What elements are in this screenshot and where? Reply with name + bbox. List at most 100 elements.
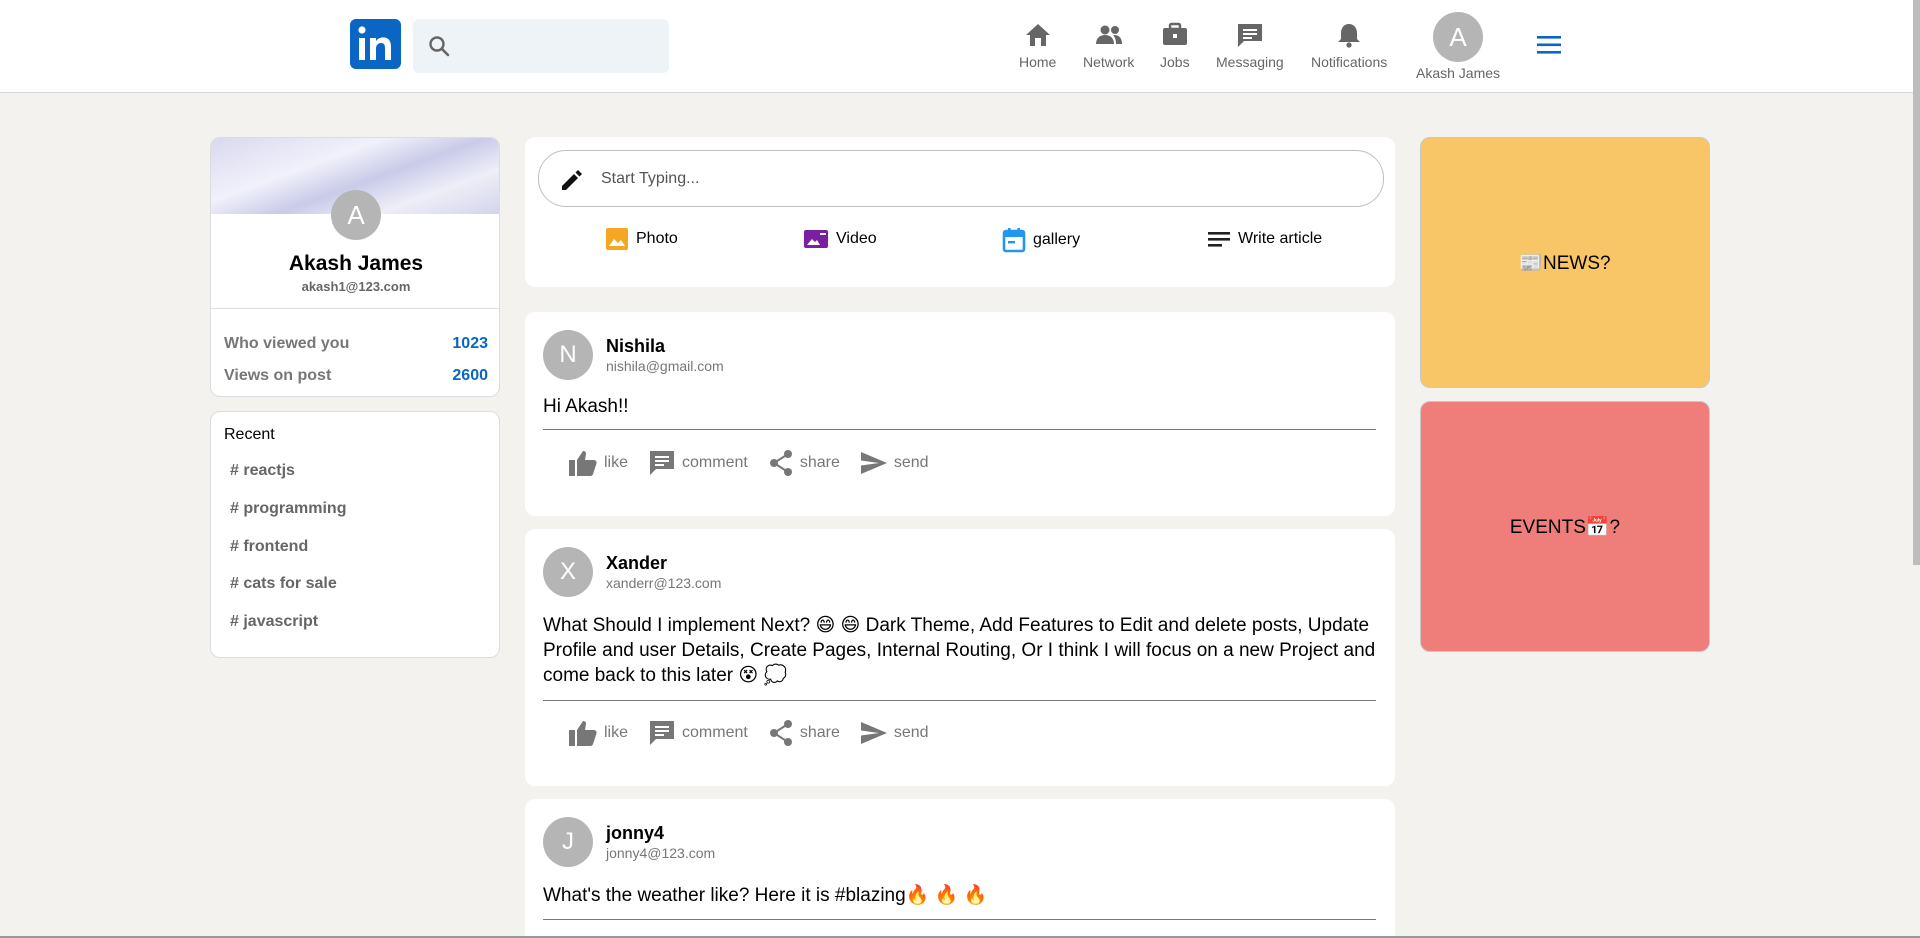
stat-label: Views on post — [224, 367, 332, 384]
nav-network-label: Network — [1083, 54, 1135, 70]
profile-card: A Akash James akash1@123.com Who viewed … — [210, 137, 500, 397]
post-actions: like comment share send — [568, 719, 949, 747]
send-label: send — [893, 454, 929, 471]
nav-home[interactable]: Home — [1019, 22, 1056, 70]
post-card: X Xander xanderr@123.com What Should I i… — [525, 529, 1395, 786]
home-icon — [1024, 22, 1052, 51]
nav-jobs[interactable]: Jobs — [1160, 22, 1190, 70]
events-widget[interactable]: EVENTS📅? — [1420, 401, 1710, 652]
search-box[interactable] — [413, 19, 669, 73]
nav-me[interactable]: A Akash James — [1416, 12, 1500, 81]
nav-notifications-label: Notifications — [1311, 54, 1388, 70]
profile-name: Akash James — [288, 252, 424, 275]
stat-who-viewed[interactable]: Who viewed you 1023 — [224, 335, 488, 353]
like-button[interactable]: like — [568, 719, 628, 747]
recent-tag[interactable]: # cats for sale — [230, 575, 337, 593]
post-author[interactable]: Nishila — [606, 336, 665, 357]
recent-tag[interactable]: # frontend — [230, 538, 308, 556]
post-author[interactable]: jonny4 — [606, 823, 664, 844]
hamburger-icon[interactable] — [1536, 33, 1562, 62]
recent-tag[interactable]: # javascript — [230, 613, 318, 631]
network-icon — [1095, 22, 1123, 51]
post-card: N Nishila nishila@gmail.com Hi Akash!! l… — [525, 312, 1395, 516]
compose-box[interactable] — [538, 150, 1384, 207]
compose-input[interactable] — [601, 151, 1361, 206]
nav-me-label: Akash James — [1416, 65, 1501, 81]
post-avatar[interactable]: X — [543, 547, 593, 597]
post-text: What Should I implement Next? 😄 😄 Dark T… — [543, 615, 1376, 686]
divider — [543, 700, 1376, 701]
comment-icon — [650, 721, 675, 745]
stat-label: Who viewed you — [224, 335, 350, 352]
send-icon — [860, 452, 887, 474]
divider — [543, 919, 1376, 920]
pencil-icon — [559, 167, 585, 198]
share-icon — [769, 720, 792, 746]
like-label: like — [604, 454, 629, 471]
stat-views-on-post[interactable]: Views on post 2600 — [224, 367, 488, 385]
briefcase-icon — [1161, 22, 1189, 51]
post-author[interactable]: Xander — [606, 553, 667, 574]
post-email: xanderr@123.com — [606, 575, 722, 591]
write-article-label: Write article — [1238, 230, 1323, 247]
share-button[interactable]: share — [768, 719, 840, 747]
news-label: 📰NEWS? — [1519, 252, 1611, 274]
gallery-button[interactable]: gallery — [1002, 227, 1080, 253]
post-text: What's the weather like? Here it is #bla… — [543, 885, 988, 906]
post-email: jonny4@123.com — [606, 845, 716, 861]
news-widget[interactable]: 📰NEWS? — [1420, 137, 1710, 388]
share-icon — [769, 450, 792, 476]
recent-tag[interactable]: # programming — [230, 500, 346, 518]
photo-button[interactable]: Photo — [605, 227, 678, 251]
send-label: send — [893, 724, 929, 741]
linkedin-logo-icon[interactable] — [350, 19, 401, 69]
nav-jobs-label: Jobs — [1160, 54, 1190, 70]
video-label: Video — [836, 230, 877, 247]
gallery-label: gallery — [1033, 231, 1081, 248]
avatar: A — [1433, 12, 1484, 62]
search-input[interactable] — [459, 19, 659, 73]
video-button[interactable]: Video — [803, 227, 877, 251]
post-email: nishila@gmail.com — [606, 358, 724, 374]
nav-network[interactable]: Network — [1083, 22, 1134, 70]
comment-button[interactable]: comment — [648, 719, 748, 747]
send-button[interactable]: send — [860, 720, 929, 746]
profile-avatar[interactable]: A — [331, 190, 381, 240]
share-button[interactable]: share — [768, 449, 840, 477]
recent-title: Recent — [224, 426, 275, 443]
post-card: J jonny4 jonny4@123.com What's the weath… — [525, 799, 1395, 938]
nav-home-label: Home — [1019, 54, 1057, 70]
comment-button[interactable]: comment — [648, 449, 748, 477]
stat-value: 2600 — [452, 367, 488, 384]
write-article-button[interactable]: Write article — [1207, 227, 1322, 251]
post-avatar[interactable]: N — [543, 330, 593, 380]
share-label: share — [799, 724, 840, 741]
nav-messaging[interactable]: Messaging — [1216, 22, 1284, 70]
thumbs-up-icon — [569, 451, 597, 476]
recent-card: Recent # reactjs # programming # fronten… — [210, 411, 500, 658]
nav-notifications[interactable]: Notifications — [1311, 22, 1387, 70]
photo-icon — [605, 227, 629, 251]
send-icon — [860, 722, 887, 744]
share-label: share — [799, 454, 840, 471]
like-button[interactable]: like — [568, 449, 628, 477]
post-composer: Photo Video gallery Write article — [525, 137, 1395, 287]
article-icon — [1207, 227, 1231, 251]
events-label: EVENTS📅? — [1509, 516, 1621, 538]
send-button[interactable]: send — [860, 450, 929, 476]
post-text: Hi Akash!! — [543, 396, 629, 417]
nav-messaging-label: Messaging — [1216, 54, 1284, 70]
video-icon — [803, 227, 829, 251]
scrollbar[interactable] — [1913, 0, 1920, 565]
thumbs-up-icon — [569, 721, 597, 746]
comment-label: comment — [682, 724, 748, 741]
comment-icon — [650, 451, 675, 475]
search-icon — [427, 34, 451, 63]
top-navbar: Home Network Jobs Messaging Notification… — [0, 0, 1920, 93]
profile-email: akash1@123.com — [301, 279, 411, 294]
recent-tag[interactable]: # reactjs — [230, 462, 295, 480]
post-avatar[interactable]: J — [543, 817, 593, 867]
comment-label: comment — [682, 454, 748, 471]
divider — [211, 308, 499, 309]
message-icon — [1236, 22, 1264, 51]
